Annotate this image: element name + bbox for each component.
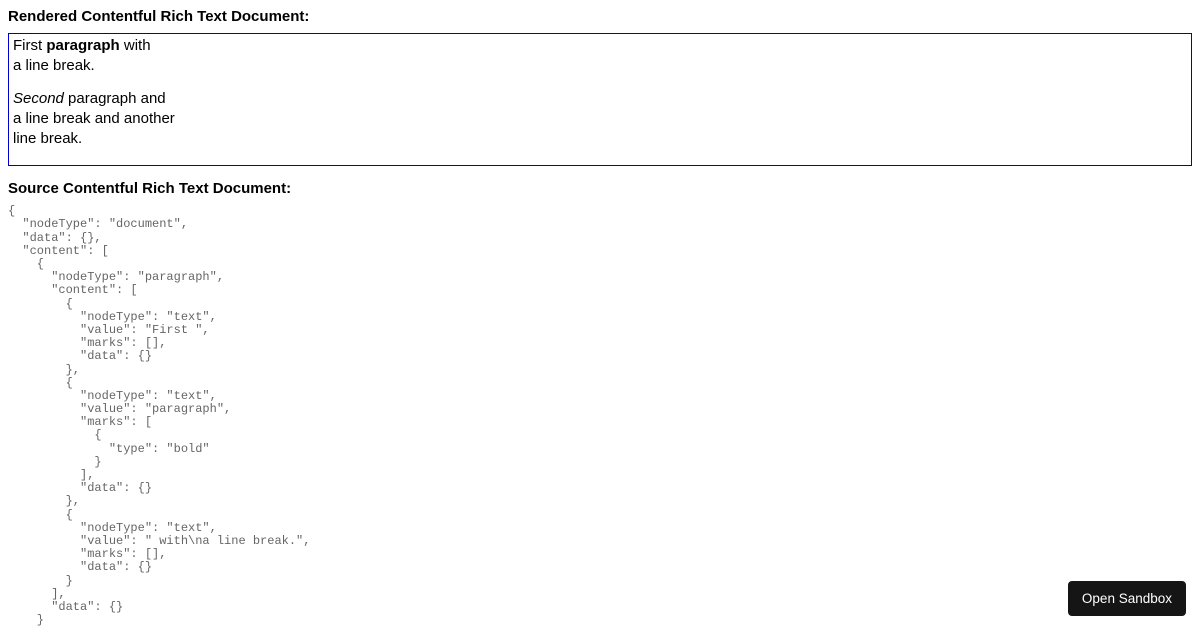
text-node: First [13,37,46,54]
bold-text: paragraph [46,37,119,54]
rendered-heading: Rendered Contentful Rich Text Document: [8,8,1192,25]
rendered-paragraph: First paragraph with a line break. [13,36,1187,77]
json-source-block: { "nodeType": "document", "data": {}, "c… [8,205,1192,627]
text-node: a line break and another [13,110,175,127]
open-sandbox-button[interactable]: Open Sandbox [1068,581,1186,616]
text-node: with [120,37,151,54]
text-node: line break. [13,130,82,147]
rendered-paragraph: Second paragraph and a line break and an… [13,89,1187,150]
text-node: paragraph and [64,90,166,107]
text-node: a line break. [13,57,95,74]
rendered-richtext-box: First paragraph with a line break. Secon… [8,33,1192,166]
source-heading: Source Contentful Rich Text Document: [8,180,1192,197]
italic-text: Second [13,90,64,107]
